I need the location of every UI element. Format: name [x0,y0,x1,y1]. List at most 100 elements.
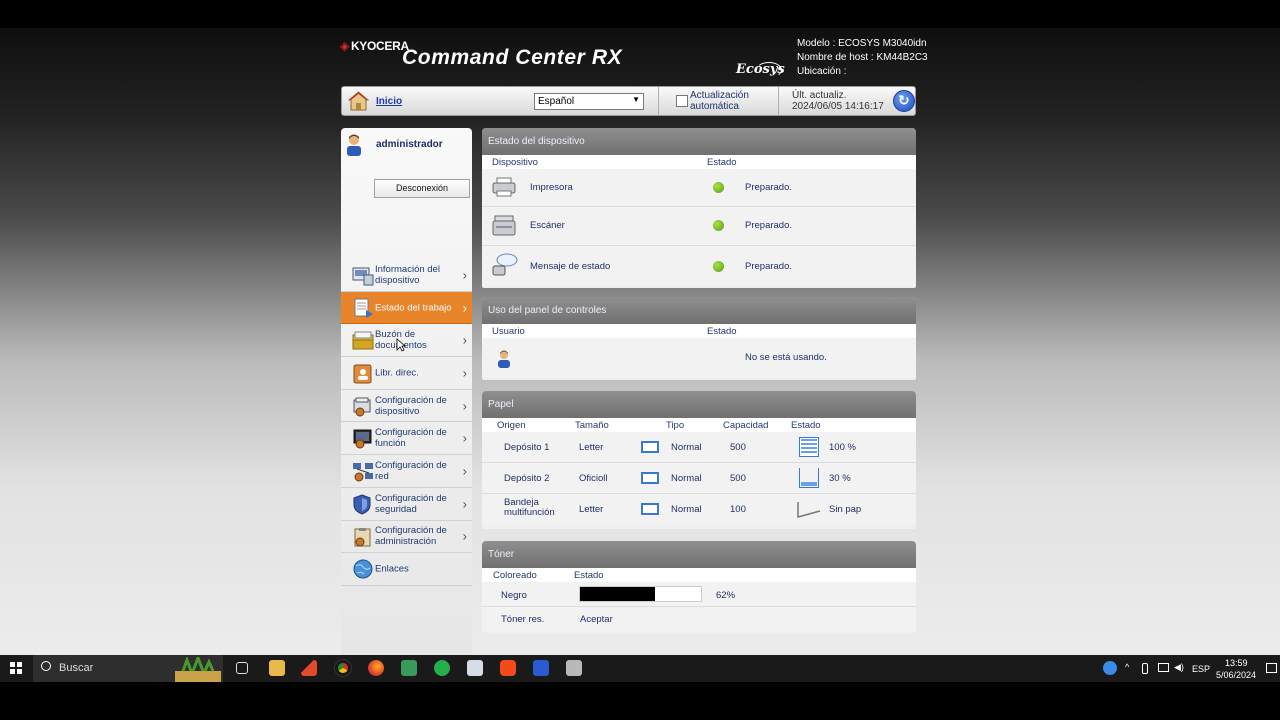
device-name: Escáner [530,220,565,231]
col-source: Origen [497,420,526,431]
home-icon[interactable] [348,91,369,111]
language-indicator[interactable]: ESP [1192,664,1210,674]
paper-icon [641,472,659,484]
panel-title: Uso del panel de controles [482,297,916,324]
col-color: Coloreado [493,570,537,581]
sidebar-menu: Información del dispositivo › Estado del… [341,259,472,586]
chrome-icon[interactable] [334,659,352,677]
firefox-icon[interactable] [368,660,384,676]
sidebar-item-device-info[interactable]: Información del dispositivo › [341,259,472,292]
chevron-right-icon: › [462,463,467,479]
auto-update-checkbox[interactable] [676,95,688,107]
file-explorer-icon[interactable] [269,660,285,676]
toner-panel: Tóner Coloreado Estado Negro 62% Tóner r… [482,541,916,633]
table-row: Impresora Preparado. [482,169,916,207]
paper-capacity: 100 [730,504,746,515]
task-view-icon[interactable] [236,662,248,674]
function-settings-icon [353,429,372,449]
paper-level-icon [799,468,819,488]
notifications-icon[interactable] [1266,663,1277,673]
plant-decoration-icon [175,657,221,682]
panel-usage-panel: Uso del panel de controles Usuario Estad… [482,297,916,380]
device-status-panel: Estado del dispositivo Dispositivo Estad… [482,128,916,288]
clock-time[interactable]: 13:59 [1225,658,1248,668]
paper-level: Sin pap [829,504,862,515]
paper-size: Letter [579,442,604,453]
sidebar-item-document-box[interactable]: Buzón de documentos › [341,324,472,358]
message-icon [492,253,518,276]
device-info-icon [352,267,374,286]
sidebar-item-admin-settings[interactable]: Configuración de administración › [341,521,472,554]
volume-icon[interactable]: ◀) [1174,662,1184,673]
location-label: Ubicación : [797,66,847,77]
col-status: Estado [707,157,737,168]
col-size: Tamaño [575,420,609,431]
app-icon-cloud[interactable] [467,660,483,676]
panel-usage-status: No se está usando. [745,352,827,363]
screen: ◈ KYOCERA Command Center RX Ecosys Modelo… [0,0,1280,720]
sidebar-item-label: Configuración de red [375,459,447,482]
panel-title: Tóner [482,541,916,568]
model-label: Modelo : ECOSYS M3040idn [797,38,927,49]
brave-icon[interactable] [500,660,516,676]
home-link[interactable]: Inicio [376,96,402,107]
calculator-icon[interactable] [401,660,417,676]
auto-update-label: Actualización automática [690,90,749,112]
scanner-icon [492,215,516,236]
word-icon[interactable] [533,660,549,676]
globe-icon [353,559,373,579]
tray-chevron-icon[interactable]: ^ [1125,662,1129,672]
taskbar-search[interactable]: Buscar [33,655,223,682]
network-icon[interactable] [1158,663,1169,672]
user-icon [498,350,510,368]
microphone-icon[interactable] [1142,663,1148,674]
network-settings-icon [353,463,373,482]
host-label: Nombre de host : KM44B2C3 [797,52,928,63]
sidebar-item-label: Enlaces [375,563,409,575]
sidebar-item-label: Configuración de función [375,427,447,450]
refresh-button[interactable]: ↻ [893,90,915,112]
status-ok-icon [713,182,724,193]
sidebar-item-label: Información del dispositivo [375,263,440,286]
sidebar-item-security-settings[interactable]: Configuración de seguridad › [341,488,472,521]
waste-toner-status: Aceptar [580,614,613,625]
column-headers: Origen Tamaño Tipo Capacidad Estado [482,418,916,432]
ecosys-arc [756,62,782,78]
paper-empty-icon [797,502,821,518]
printer-app-icon[interactable] [566,660,582,676]
app-icon-green[interactable] [434,660,450,676]
chevron-right-icon: › [462,528,467,544]
browser-page: ◈ KYOCERA Command Center RX Ecosys Modelo… [0,28,1280,655]
sidebar-item-address-book[interactable]: Libr. direc. › [341,357,472,390]
media-player-icon[interactable] [301,660,317,676]
logout-button[interactable]: Desconexión [374,179,470,198]
sidebar-item-job-status[interactable]: Estado del trabajo › [341,291,472,325]
sidebar-item-function-settings[interactable]: Configuración de función › [341,422,472,456]
col-device: Dispositivo [492,157,538,168]
waste-toner-label: Tóner res. [501,614,545,625]
user-icon [347,134,361,156]
model-info: Modelo : ECOSYS M3040idn Nombre de host … [797,37,928,79]
last-update-value: 2024/06/05 14:16:17 [792,101,884,112]
status-ok-icon [713,220,724,231]
shield-icon [353,494,371,515]
sidebar-item-device-settings[interactable]: Configuración de dispositivo › [341,390,472,423]
paper-type: Normal [671,504,702,515]
table-row: Escáner Preparado. [482,207,916,246]
help-icon[interactable] [1103,661,1117,675]
chevron-right-icon: › [462,267,467,283]
paper-type: Normal [671,442,702,453]
search-icon [41,661,51,671]
column-headers: Coloreado Estado [482,568,916,582]
language-select[interactable]: Español ▼ [534,93,644,110]
address-book-icon [353,364,372,384]
sidebar-item-network-settings[interactable]: Configuración de red › [341,455,472,488]
device-settings-icon [353,397,371,417]
sidebar-item-links[interactable]: Enlaces [341,553,472,586]
clock-date[interactable]: 5/06/2024 [1216,670,1256,680]
paper-icon [641,441,659,453]
table-row: Negro 62% [482,582,916,607]
col-capacity: Capacidad [723,420,769,431]
windows-start-icon[interactable] [10,662,22,674]
app-title: Command Center RX [402,46,623,69]
